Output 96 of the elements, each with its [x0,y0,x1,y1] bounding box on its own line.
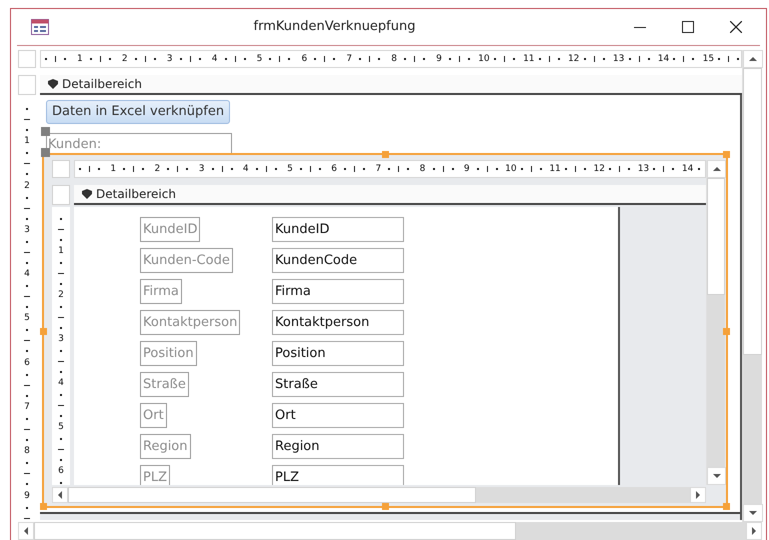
text-box[interactable]: Straße [272,372,404,397]
resize-handle[interactable] [723,503,730,510]
collapse-icon [80,188,92,200]
ruler-number: 8 [390,54,398,64]
minimize-icon [634,26,646,28]
ruler-number: 15 [702,54,714,64]
move-handle[interactable] [41,148,50,157]
scroll-left-button[interactable] [52,487,68,503]
ruler-number: 7 [24,403,30,414]
scroll-up-icon [749,57,757,61]
ruler-number: 2 [120,54,129,64]
scroll-right-button[interactable] [690,487,706,503]
ruler-number: 13 [637,164,650,174]
ruler-number: 4 [24,270,30,280]
section-selector[interactable] [52,185,70,205]
ruler-number: 3 [58,335,64,345]
ruler-number: 12 [593,164,606,174]
ruler-number: 7 [374,164,382,174]
ruler-number: 14 [657,54,670,64]
ruler-number: 11 [549,164,562,174]
close-icon [730,21,742,33]
scroll-right-icon [696,491,700,499]
scroll-right-icon [752,527,756,535]
ruler-number: 3 [24,226,30,236]
ruler-number: 13 [612,54,625,64]
section-title: Detailbereich [96,186,176,203]
scroll-down-icon [712,474,720,478]
scroll-left-icon [24,527,28,535]
ruler-number: 4 [210,54,218,64]
ruler-number: 1 [58,247,64,257]
ruler-number: 14 [682,164,694,174]
resize-handle[interactable] [40,328,47,334]
ruler-number: 1 [24,137,30,148]
ruler-number: 3 [166,54,174,64]
form-selector[interactable] [18,50,36,68]
scroll-up-button[interactable] [743,50,763,68]
text-box[interactable]: KundeID [272,217,404,242]
ruler-number: 2 [154,164,162,174]
scroll-up-button[interactable] [707,160,726,178]
ruler-number: 5 [286,164,294,174]
subform-form-selector[interactable] [52,160,70,178]
ruler-number: 8 [418,164,426,174]
ruler-number: 6 [300,54,308,64]
section-selector[interactable] [18,75,36,95]
scroll-down-icon [749,511,757,515]
resize-handle[interactable] [723,151,730,158]
resize-handle[interactable] [723,328,730,334]
scroll-right-button[interactable] [746,522,762,540]
ruler-number: 5 [256,54,264,64]
resize-handle[interactable] [382,503,389,510]
ruler-number: 6 [24,358,30,369]
ruler-number: 1 [76,54,84,64]
ruler-number: 8 [24,447,30,458]
ruler-number: 12 [568,54,580,64]
form-icon [31,19,49,35]
scroll-left-icon [58,491,62,499]
ruler-number: 9 [24,492,30,502]
collapse-icon [46,78,58,90]
ruler-number: 3 [198,164,206,174]
excel-link-button[interactable]: Daten in Excel verknüpfen [46,100,230,124]
maximize-icon [682,21,694,33]
ruler-number: 7 [345,54,354,64]
ruler-number: 2 [24,182,30,192]
scrollbar-thumb[interactable] [68,487,476,503]
ruler-number: 9 [462,164,471,174]
text-box[interactable]: Kontaktperson [272,310,404,335]
scrollbar-thumb[interactable] [707,178,725,295]
scroll-left-button[interactable] [18,522,34,540]
scroll-down-button[interactable] [743,504,763,522]
ruler-number: 6 [58,467,64,477]
ruler-number: 6 [330,164,338,174]
ruler-number: 10 [478,54,490,64]
ruler-number: 4 [58,379,64,389]
scroll-up-icon [712,167,720,171]
scrollbar-thumb[interactable] [743,68,762,355]
text-box[interactable]: Position [272,341,404,366]
ruler-number: 11 [522,54,535,64]
ruler-number: 4 [242,164,250,174]
ruler-number: 5 [58,423,64,433]
ruler-number: 10 [504,164,517,174]
ruler-number: 9 [435,54,443,64]
resize-handle[interactable] [40,503,47,510]
scroll-down-button[interactable] [707,467,726,485]
ruler-number: 5 [24,314,30,324]
resize-handle[interactable] [382,151,389,158]
ruler-number: 1 [109,164,118,174]
section-title: Detailbereich [62,76,142,93]
text-box[interactable]: Ort [272,403,404,428]
subform-control[interactable]: 1 2 3 4 5 6 7 8 9 10 11 12 13 14 Detailbereich 1 2 3 4 5 6 KundeID KundeID Kunden-Code KundenCode Firma Firma Kontaktperson Kontaktperson Position Position Straße Straße Ort Ort Region Region PLZ PLZ [42,153,728,508]
text-box[interactable]: Firma [272,279,404,304]
move-handle[interactable] [41,127,50,136]
text-box[interactable]: Region [272,434,404,459]
ruler-number: 2 [58,291,64,301]
scrollbar-thumb[interactable] [34,522,516,540]
text-box[interactable]: KundenCode [272,248,404,273]
window-title: frmKundenVerknuepfung [252,18,416,36]
